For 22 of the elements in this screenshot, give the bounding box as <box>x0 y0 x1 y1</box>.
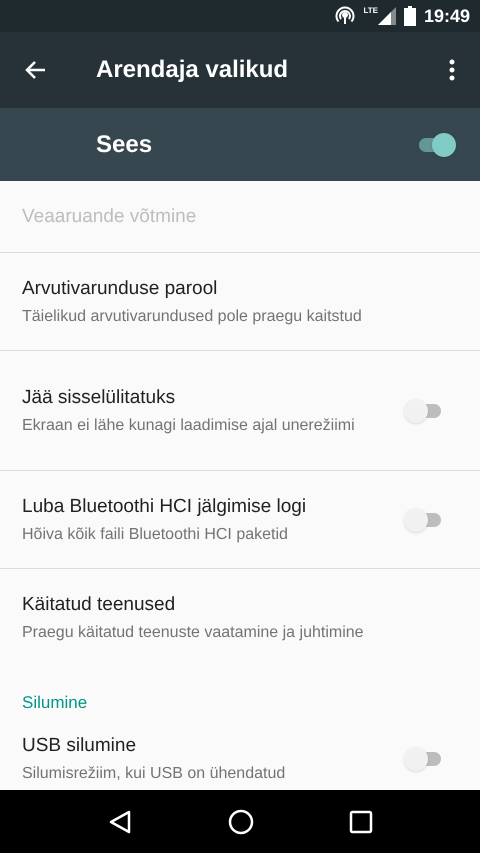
setting-summary: Ekraan ei lähe kunagi laadimise ajal unerežiimi <box>22 416 356 436</box>
setting-summary: Hõiva kõik faili Bluetoothi HCI paketid <box>22 524 289 544</box>
setting-title[interactable]: Käitatud teenused <box>22 592 442 618</box>
master-switch-label: Sees <box>96 130 154 160</box>
recents-icon[interactable] <box>348 810 373 834</box>
network-type: LTE <box>363 7 378 15</box>
back-icon[interactable] <box>107 808 134 834</box>
signal-icon <box>378 7 396 25</box>
setting-summary: Silumisrežiim, kui USB on ühendatud <box>22 764 286 784</box>
battery-icon <box>404 6 416 26</box>
clock: 19:49 <box>424 4 470 28</box>
setting-title[interactable]: Luba Bluetoothi HCI jälgimise logi <box>22 494 388 520</box>
more-options-icon[interactable] <box>448 58 456 82</box>
setting-title[interactable]: Jää sisselülitatuks <box>22 384 388 410</box>
home-icon[interactable] <box>228 808 254 834</box>
setting-summary: Praegu käitatud teenuste vaatamine ja juhtimine <box>22 623 365 643</box>
hotspot-icon <box>335 6 356 26</box>
setting-summary: Täielikud arvutivarundused pole praegu kaitstud <box>22 306 363 326</box>
setting-title[interactable]: Arvutivarunduse parool <box>22 276 442 302</box>
toolbar-title: Arendaja valikud <box>96 55 290 85</box>
setting-title[interactable]: USB silumine <box>22 733 388 759</box>
section-header: Silumine <box>22 692 88 714</box>
